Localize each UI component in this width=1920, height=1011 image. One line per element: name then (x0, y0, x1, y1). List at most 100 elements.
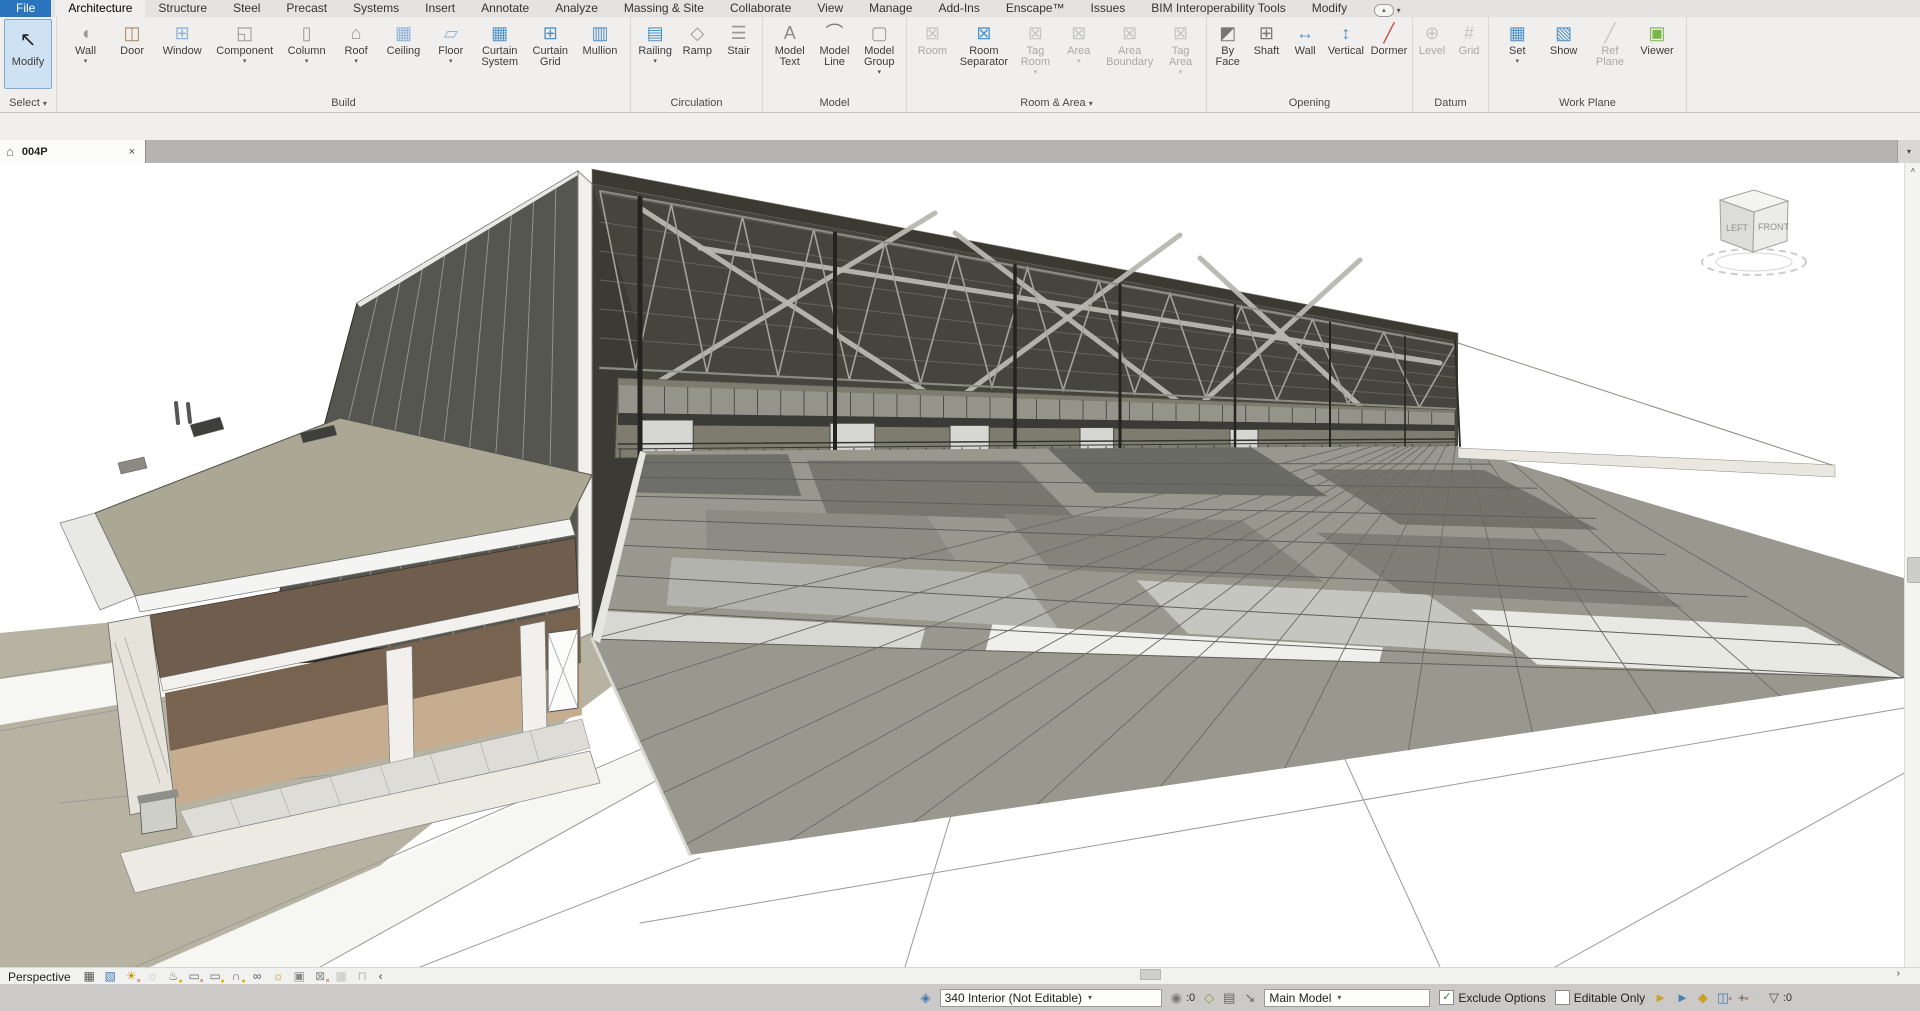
ribbon-button-set[interactable]: ▦Set▾ (1499, 19, 1535, 66)
ribbon-tab-systems[interactable]: Systems (340, 0, 412, 17)
exclude-options-checkbox[interactable]: ✓ (1439, 990, 1454, 1005)
ribbon-tab-bim-interoperability-tools[interactable]: BIM Interoperability Tools (1138, 0, 1299, 17)
ribbon-panel-build: ◖Wall▾ ◫Door ⊞Window ◱Component▾ ▯Column▾ ⌂Ro… (57, 17, 631, 112)
ribbon-panel-label-datum: Datum (1413, 96, 1488, 112)
modify-cursor-icon: ↖ (20, 21, 37, 57)
exclude-options[interactable]: ✓Exclude Options (1439, 990, 1545, 1005)
scroll-right-icon[interactable]: › (1897, 968, 1900, 979)
ribbon-button-model-group[interactable]: ▢Model Group▾ (861, 19, 897, 77)
sun-path-icon[interactable]: ☀× (123, 969, 140, 984)
ribbon-button-ramp[interactable]: ◇Ramp (679, 19, 715, 58)
view-cube-front-face[interactable]: FRONT (1758, 222, 1789, 232)
ribbon-tab-architecture[interactable]: Architecture (55, 0, 145, 17)
vertical-scrollbar[interactable]: ˄ ˅ (1904, 163, 1920, 984)
ribbon-minimize-icon[interactable]: ▴ (1374, 4, 1394, 17)
select-pinned-elements-icon[interactable]: ◆ (1698, 991, 1708, 1005)
ribbon-tab-issues[interactable]: Issues (1078, 0, 1139, 17)
design-options-icon[interactable]: ◇ (1204, 991, 1214, 1005)
ribbon-button-model-line[interactable]: ⌒Model Line (817, 19, 853, 69)
visual-style-icon[interactable]: ▧ (102, 969, 119, 984)
ribbon-state-toggle[interactable]: ▴▾ (1374, 4, 1401, 17)
ribbon-button-window[interactable]: ⊞Window (161, 19, 204, 58)
ribbon-tab-steel[interactable]: Steel (220, 0, 273, 17)
ribbon-button-railing[interactable]: ▤Railing▾ (636, 19, 674, 66)
ribbon-button-curtain-grid[interactable]: ⊞Curtain Grid (531, 19, 570, 69)
ribbon-tab-file[interactable]: File (0, 0, 51, 17)
view-tab-004p[interactable]: ⌂ 004P × (0, 140, 146, 163)
ribbon-button-room-separator[interactable]: ⊠Room Separator (958, 19, 1010, 69)
select-underlay-elements-icon[interactable]: ► (1676, 991, 1689, 1005)
ribbon-button-by-face[interactable]: ◩By Face (1210, 19, 1246, 69)
ribbon-button-column[interactable]: ▯Column▾ (286, 19, 328, 66)
workset-icon[interactable]: ◈ (921, 991, 931, 1005)
view-tab-list-caret[interactable]: ▾ (1897, 140, 1920, 163)
ribbon-button-ceiling[interactable]: ▦Ceiling (385, 19, 423, 58)
ribbon-tab-insert[interactable]: Insert (412, 0, 468, 17)
ribbon-button-viewer[interactable]: ▣Viewer (1638, 19, 1675, 58)
active-workset-dropdown[interactable]: 340 Interior (Not Editable)▾ (940, 989, 1162, 1007)
selection-filter-icon[interactable]: ▽ (1769, 991, 1779, 1005)
ribbon-button-curtain-system[interactable]: ▦Curtain System (479, 19, 520, 69)
view-control-collapse-icon[interactable]: ‹ (379, 971, 383, 983)
drag-elements-on-selection-icon[interactable]: +× (1738, 991, 1746, 1005)
reveal-hidden-elements-icon[interactable]: ☼ (270, 969, 287, 984)
ribbon-button-label: Level (1419, 46, 1445, 57)
ribbon-button-wall[interactable]: ↔Wall (1287, 19, 1323, 58)
ribbon-tab-annotate[interactable]: Annotate (468, 0, 542, 17)
ribbon-tab-manage[interactable]: Manage (856, 0, 925, 17)
temporary-hide-isolate-icon[interactable]: ∞ (249, 969, 266, 984)
ribbon-button-model-text[interactable]: AModel Text (772, 19, 808, 69)
ribbon-button-stair[interactable]: ☰Stair (721, 19, 757, 58)
vertical-scroll-thumb[interactable] (1907, 557, 1920, 583)
select-links-icon[interactable]: ► (1654, 991, 1667, 1005)
viewport-3d-view[interactable]: LEFT FRONT (0, 163, 1904, 967)
ribbon-tab-modify[interactable]: Modify (1299, 0, 1360, 17)
detail-level-icon[interactable]: ▦ (81, 969, 98, 984)
editing-requests-icon[interactable]: ◉ (1171, 991, 1182, 1005)
active-design-option-dropdown[interactable]: Main Model▾ (1264, 989, 1430, 1007)
editable-only[interactable]: Editable Only (1555, 990, 1645, 1005)
ribbon-button-show[interactable]: ▧Show (1546, 19, 1582, 58)
analytical-model-icon[interactable]: ⊠× (312, 969, 329, 984)
ribbon-button-modify[interactable]: ↖Modify (4, 19, 52, 89)
ribbon-panel-label-room-area[interactable]: Room & Area ▾ (907, 96, 1206, 112)
horizontal-scroll-thumb[interactable] (1140, 969, 1161, 980)
ribbon-minimize-caret-icon[interactable]: ▾ (1397, 6, 1401, 15)
ribbon-tab-view[interactable]: View (804, 0, 856, 17)
view-scale-label[interactable]: Perspective (8, 970, 71, 984)
view-cube-left-face[interactable]: LEFT (1726, 223, 1749, 233)
design-option-arrow-icon[interactable]: ↘ (1244, 991, 1255, 1005)
ribbon-button-wall[interactable]: ◖Wall▾ (68, 19, 104, 66)
ribbon-panel-label-select[interactable]: Select ▾ (0, 96, 56, 112)
close-view-icon[interactable]: × (125, 146, 139, 158)
scroll-up-icon[interactable]: ˄ (1905, 163, 1920, 178)
ribbon-button-shaft[interactable]: ⊞Shaft (1248, 19, 1284, 58)
ribbon-tab-collaborate[interactable]: Collaborate (717, 0, 804, 17)
ribbon-button-component[interactable]: ◱Component▾ (214, 19, 275, 66)
ribbon-tab-structure[interactable]: Structure (145, 0, 220, 17)
vertical-opening-icon: ↕ (1341, 20, 1350, 46)
ribbon-tab-massing-site[interactable]: Massing & Site (611, 0, 717, 17)
crop-view-icon[interactable]: ▭× (186, 969, 203, 984)
view-cube[interactable]: LEFT FRONT (1692, 188, 1822, 288)
render-icon[interactable]: ♨● (165, 969, 182, 984)
temporary-view-properties-icon[interactable]: ▣ (291, 969, 308, 984)
select-elements-by-face-icon[interactable]: ◫× (1717, 991, 1729, 1005)
ribbon-button-floor[interactable]: ▱Floor▾ (433, 19, 469, 66)
ribbon-button-grid: #Grid (1451, 19, 1487, 58)
ribbon-button-vertical[interactable]: ↕Vertical (1326, 19, 1366, 58)
view-lock-icon[interactable]: ∩● (228, 969, 245, 984)
ribbon-tab-analyze[interactable]: Analyze (542, 0, 611, 17)
ribbon-button-door[interactable]: ◫Door (114, 19, 150, 58)
ribbon-tab-add-ins[interactable]: Add-Ins (925, 0, 992, 17)
ribbon-button-dormer[interactable]: ╱Dormer (1369, 19, 1410, 58)
model-text-icon: A (784, 20, 796, 46)
ribbon-tab-enscape[interactable]: Enscape™ (993, 0, 1078, 17)
ribbon-button-roof[interactable]: ⌂Roof▾ (338, 19, 374, 66)
crop-region-icon[interactable]: ▭● (207, 969, 224, 984)
ribbon-button-mullion[interactable]: ▥Mullion (581, 19, 620, 58)
design-option-list-icon[interactable]: ▤ (1223, 991, 1235, 1005)
ribbon-tab-precast[interactable]: Precast (273, 0, 340, 17)
editable-only-checkbox[interactable] (1555, 990, 1570, 1005)
ribbon-panel-label-opening: Opening (1207, 96, 1412, 112)
